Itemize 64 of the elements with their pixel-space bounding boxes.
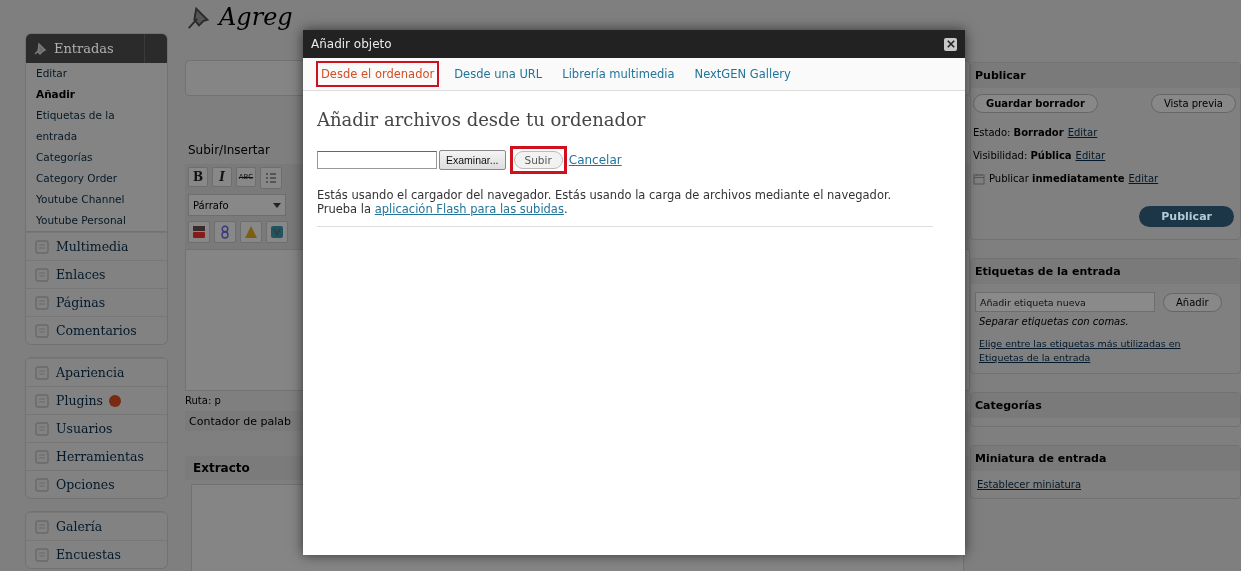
menu-item[interactable]: Apariencia	[26, 358, 167, 386]
tab[interactable]: Desde el ordenador	[316, 61, 440, 87]
dialog-heading: Añadir archivos desde tu ordenador	[317, 109, 647, 130]
caret-icon	[273, 202, 281, 208]
menu-item[interactable]: Encuestas	[26, 540, 167, 568]
set-thumbnail-link[interactable]: Establecer miniatura	[971, 471, 1240, 490]
menu-item[interactable]: Galería	[26, 512, 167, 540]
dialog-title: Añadir objeto	[311, 37, 392, 51]
close-icon[interactable]	[944, 37, 957, 51]
save-draft-button[interactable]: Guardar borrador	[973, 94, 1098, 113]
popular-tags-link[interactable]: Elige entre las etiquetas más utilizadas en Etiquetas de la entrada	[971, 337, 1227, 365]
hint-text: Separar etiquetas con comas.	[978, 315, 1130, 329]
list-icon[interactable]	[260, 167, 282, 189]
edit-link[interactable]: Editar	[1067, 127, 1098, 138]
publish-button[interactable]: Publicar	[1139, 206, 1234, 227]
format-button[interactable]: B	[188, 167, 208, 187]
cancel-link[interactable]: Cancelar	[568, 153, 622, 167]
word-count: Contador de palab	[189, 414, 291, 428]
panel-title[interactable]: Miniatura de entrada	[971, 446, 1240, 471]
preview-button[interactable]: Vista previa	[1150, 94, 1236, 113]
menu-header[interactable]: Entradas	[26, 34, 167, 63]
tab[interactable]: Librería multimedia	[557, 61, 680, 87]
video-icon[interactable]	[188, 221, 210, 243]
notice-text: Estás usando el cargador del navegador. Estás usando la carga de archivos mediante el navegador. Prueba la aplicación Flash para las subidas.	[317, 188, 893, 216]
panel-title[interactable]: Etiquetas de la entrada	[971, 259, 1240, 284]
menu-item[interactable]: Enlaces	[26, 260, 167, 288]
edit-link[interactable]: Editar	[1075, 150, 1106, 161]
status-text: Estado: Borrador	[973, 127, 1064, 138]
path-label: Ruta: p	[185, 395, 222, 408]
status-text: Visibilidad: Pública	[973, 150, 1072, 161]
submenu-item[interactable]: Editar	[36, 63, 146, 84]
submenu-item[interactable]: Youtube Channel	[36, 189, 146, 210]
submenu-item[interactable]: Añadir	[36, 84, 146, 105]
menu-item[interactable]: Opciones	[26, 470, 167, 498]
submenu-item[interactable]: Category Order	[36, 168, 146, 189]
submenu-item[interactable]: Categorías	[36, 147, 146, 168]
menu-item[interactable]: Multimedia	[26, 232, 167, 260]
menu-item[interactable]: Plugins	[26, 386, 167, 414]
pin-icon	[32, 40, 48, 57]
tab[interactable]: Desde una URL	[449, 61, 548, 87]
page-title: Agreg	[219, 3, 293, 31]
status-text: Publicar inmediatamente	[989, 173, 1125, 184]
tab[interactable]: NextGEN Gallery	[689, 61, 796, 87]
menu-item[interactable]: Páginas	[26, 288, 167, 316]
submenu-item[interactable]: Youtube Personal	[36, 210, 146, 231]
format-select[interactable]: Párrafo	[188, 194, 286, 216]
panel-title[interactable]: Publicar	[971, 63, 1240, 88]
format-button[interactable]: I	[212, 167, 232, 187]
calendar-icon	[973, 172, 985, 185]
edit-link[interactable]: Editar	[1128, 173, 1159, 184]
browse-button[interactable]: Examinar...	[439, 150, 506, 170]
menu-item[interactable]: Comentarios	[26, 316, 167, 344]
panel-title: Extracto	[193, 461, 250, 475]
loop-icon[interactable]	[214, 221, 236, 243]
menu-item[interactable]: Usuarios	[26, 414, 167, 442]
add-tag-button[interactable]: Añadir	[1163, 292, 1222, 312]
submenu-item[interactable]: Etiquetas de la entrada	[36, 105, 146, 147]
menu-item[interactable]: Herramientas	[26, 442, 167, 470]
flash-uploader-link[interactable]: aplicación Flash para las subidas	[374, 202, 564, 216]
upload-button[interactable]: Subir	[513, 151, 563, 169]
tag-input[interactable]: Añadir etiqueta nueva	[975, 292, 1155, 312]
panel-title[interactable]: Categorías	[971, 393, 1240, 418]
file-path-field[interactable]	[317, 151, 437, 169]
upload-label: Subir/Insertar	[187, 143, 271, 157]
